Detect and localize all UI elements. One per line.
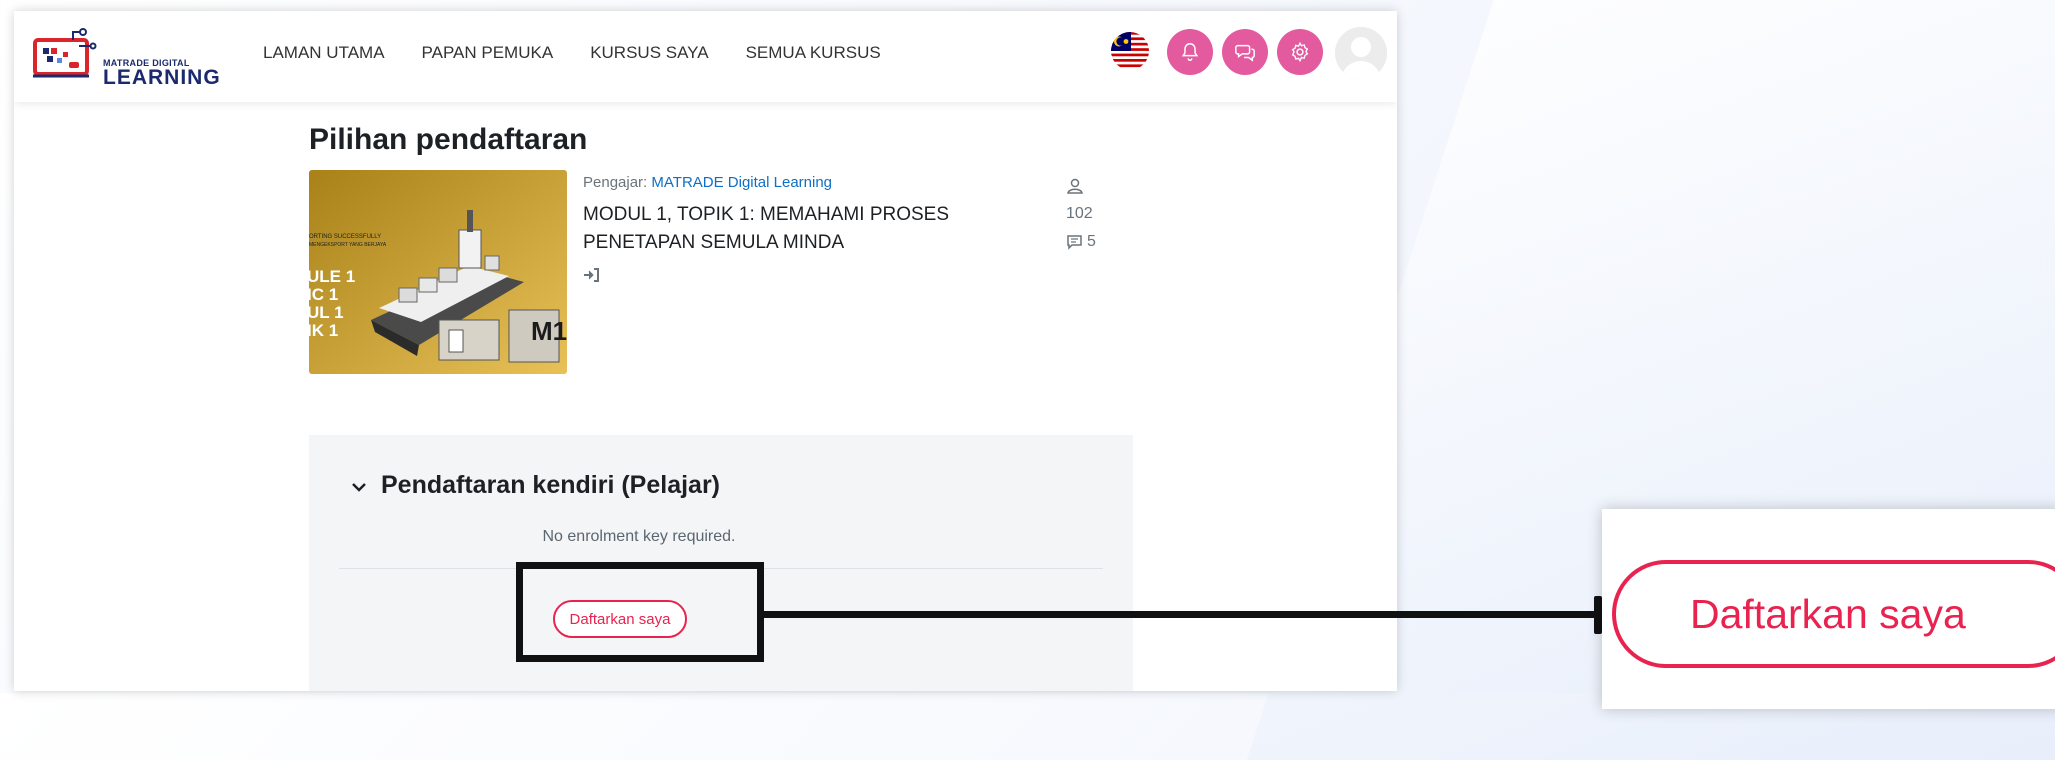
teacher-label: Pengajar:	[583, 174, 648, 191]
malaysia-flag-icon[interactable]	[1111, 32, 1149, 70]
user-avatar-icon[interactable]	[1335, 27, 1387, 79]
course-thumbnail[interactable]: ORTING SUCCESSFULLY MENGEKSPORT YANG BER…	[309, 170, 567, 374]
primary-nav: LAMAN UTAMA PAPAN PEMUKA KURSUS SAYA SEM…	[263, 43, 881, 63]
participants-stat	[1066, 172, 1096, 200]
page-title: Pilihan pendaftaran	[309, 123, 588, 156]
nav-link-laman-utama[interactable]: LAMAN UTAMA	[263, 43, 385, 63]
site-logo[interactable]: MATRADE DIGITAL LEARNING	[33, 26, 220, 89]
participants-count: 102	[1066, 205, 1093, 222]
chevron-down-icon[interactable]	[351, 482, 367, 494]
zoom-callout-panel: Daftarkan saya	[1602, 509, 2055, 709]
thumb-tagline-1: ORTING SUCCESSFULLY	[309, 234, 381, 240]
zoomed-enrol-me-button[interactable]: Daftarkan saya	[1612, 560, 2055, 668]
teacher-name-link[interactable]: MATRADE Digital Learning	[651, 174, 832, 191]
course-stats: 102 5	[1066, 172, 1096, 256]
enrol-method-icon	[583, 268, 599, 287]
thumb-module-line-3: UL 1	[309, 303, 344, 322]
callout-connector-cap	[1594, 596, 1602, 634]
thumb-module-line-4: IK 1	[309, 321, 338, 340]
thumb-tagline-2: MENGEKSPORT YANG BERJAYA	[309, 242, 387, 248]
thumb-module-line-2: IC 1	[309, 285, 338, 304]
messages-icon[interactable]	[1222, 29, 1268, 75]
thumb-badge: M1	[531, 316, 567, 346]
comments-stat: 5	[1066, 228, 1096, 256]
enrolment-note: No enrolment key required.	[542, 528, 736, 545]
comments-icon	[1067, 235, 1082, 250]
nav-link-kursus-saya[interactable]: KURSUS SAYA	[590, 43, 708, 63]
nav-link-semua-kursus[interactable]: SEMUA KURSUS	[746, 43, 881, 63]
settings-icon[interactable]	[1277, 29, 1323, 75]
notification-bell-icon[interactable]	[1167, 29, 1213, 75]
course-name-link[interactable]: MODUL 1, TOPIK 1: MEMAHAMI PROSES PENETA…	[583, 201, 993, 257]
comments-count: 5	[1087, 233, 1096, 250]
top-navbar: MATRADE DIGITAL LEARNING LAMAN UTAMA PAP…	[14, 11, 1397, 102]
participants-icon	[1067, 178, 1083, 194]
callout-connector-line	[764, 611, 1600, 618]
enrolment-title[interactable]: Pendaftaran kendiri (Pelajar)	[381, 471, 720, 500]
logo-text-big: LEARNING	[103, 66, 221, 89]
course-teacher: Pengajar: MATRADE Digital Learning	[583, 174, 832, 191]
highlight-frame	[516, 562, 764, 662]
nav-link-papan-pemuka[interactable]: PAPAN PEMUKA	[422, 43, 554, 63]
thumb-module-line-1: ULE 1	[309, 267, 355, 286]
logo-mark-icon	[33, 28, 97, 78]
